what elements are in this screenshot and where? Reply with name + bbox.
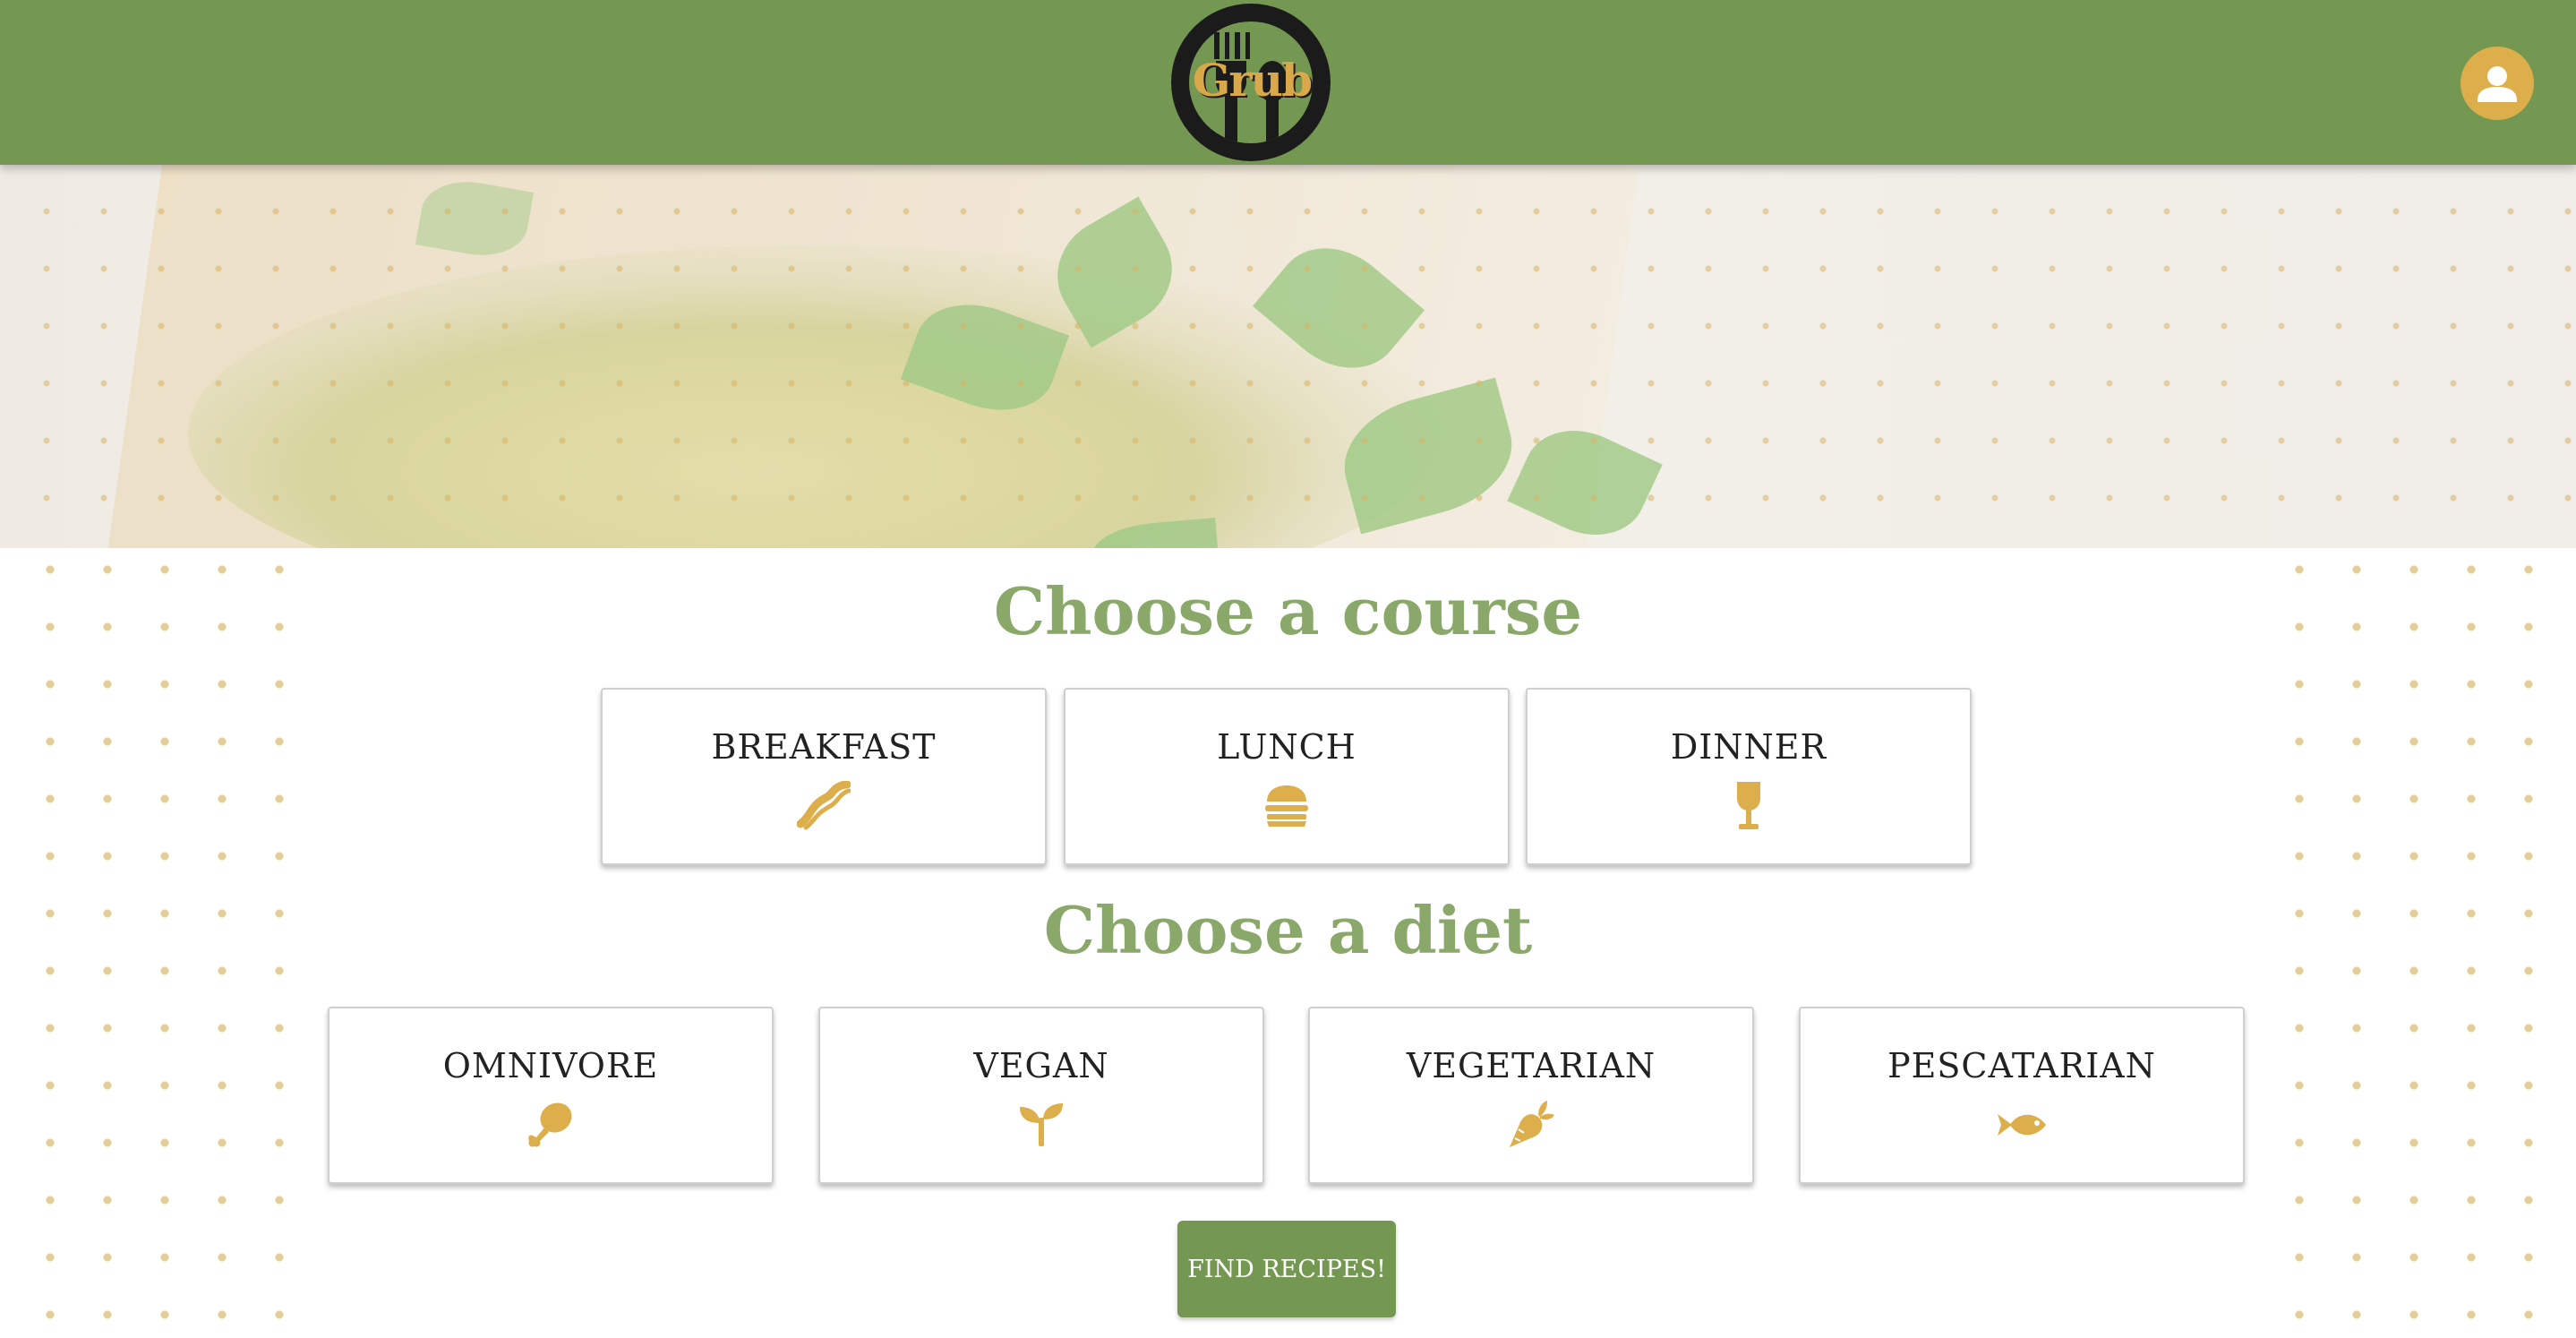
app-header: Grubs [0, 0, 2576, 165]
wine-glass-icon [1737, 782, 1760, 829]
course-card-label: DINNER [1670, 727, 1827, 767]
course-card-lunch[interactable]: LUNCH [1064, 688, 1510, 865]
user-icon [2478, 66, 2517, 102]
diet-card-label: OMNIVORE [442, 1046, 659, 1085]
diet-card-pescatarian[interactable]: PESCATARIAN [1799, 1007, 2245, 1184]
seedling-icon [1020, 1103, 1063, 1146]
fish-icon [1998, 1114, 2046, 1136]
hero-dot-pattern [0, 165, 2576, 548]
course-card-label: BREAKFAST [711, 727, 937, 767]
grubs-logo[interactable]: Grubs [1171, 4, 1331, 161]
drumstick-icon [528, 1102, 572, 1147]
diet-card-omnivore[interactable]: OMNIVORE [328, 1007, 774, 1184]
diet-card-label: VEGAN [973, 1046, 1109, 1085]
diet-title: Choose a diet [1043, 892, 1533, 968]
course-card-label: LUNCH [1217, 727, 1356, 767]
course-card-dinner[interactable]: DINNER [1526, 688, 1972, 865]
profile-button[interactable] [2460, 47, 2534, 120]
carrot-icon [1510, 1101, 1554, 1147]
diet-card-vegetarian[interactable]: VEGETARIAN [1308, 1007, 1754, 1184]
course-card-breakfast[interactable]: BREAKFAST [601, 688, 1047, 865]
diet-card-label: PESCATARIAN [1887, 1046, 2156, 1085]
hero-banner [0, 165, 2576, 548]
burger-icon [1265, 785, 1308, 827]
logo-emblem: Grubs [1189, 21, 1313, 143]
diet-card-vegan[interactable]: VEGAN [818, 1007, 1264, 1184]
course-title: Choose a course [993, 573, 1583, 649]
diet-card-label: VEGETARIAN [1406, 1046, 1656, 1085]
logo-text: Grubs [1192, 54, 1313, 107]
find-recipes-button[interactable]: FIND RECIPES! [1177, 1221, 1396, 1317]
bacon-icon [797, 781, 851, 830]
